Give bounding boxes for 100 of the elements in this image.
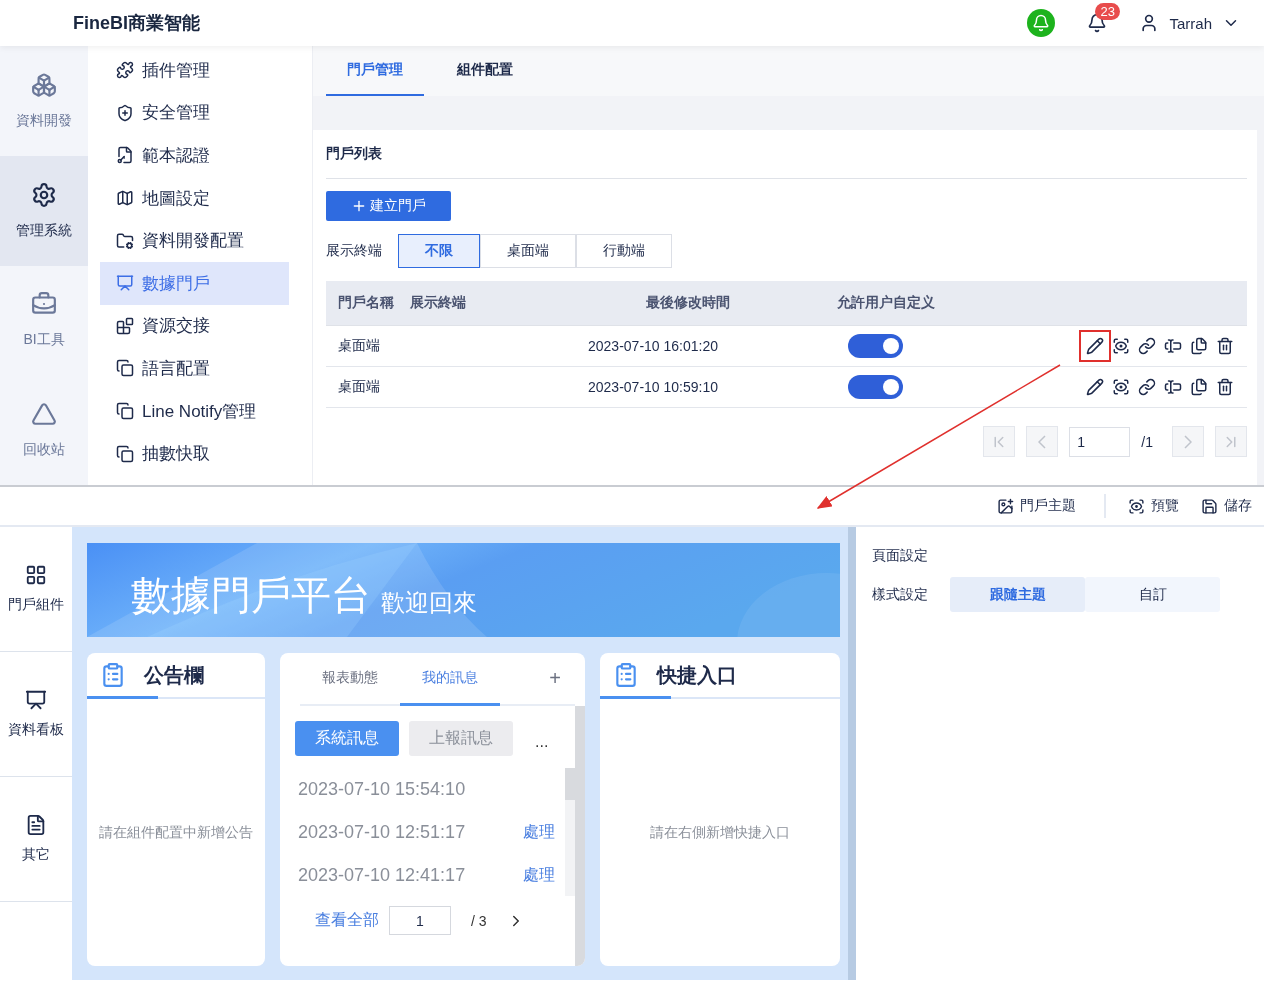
text-cursor-icon bbox=[1164, 378, 1182, 396]
toggle-switch[interactable] bbox=[848, 375, 903, 399]
filter-option[interactable]: 行動端 bbox=[576, 234, 672, 268]
trash-icon bbox=[1216, 337, 1234, 355]
dashboard-icon bbox=[25, 689, 47, 711]
scrollbar[interactable] bbox=[848, 527, 856, 980]
table-cell-text: 桌面端 bbox=[338, 337, 381, 355]
link-icon bbox=[1138, 337, 1156, 355]
notification-count: 23 bbox=[1095, 3, 1120, 20]
link-icon bbox=[1138, 378, 1156, 396]
document-icon bbox=[25, 814, 47, 836]
view-all-link[interactable]: 查看全部 bbox=[315, 910, 379, 931]
shield-icon bbox=[116, 103, 134, 122]
menu-item[interactable]: 插件管理 bbox=[100, 49, 289, 92]
folder-gear-icon bbox=[116, 231, 134, 250]
menu-label: 抽數快取 bbox=[142, 443, 210, 466]
table-cell-text: 桌面端 bbox=[338, 378, 381, 396]
page-input[interactable]: 1 bbox=[389, 906, 451, 935]
blocks-icon bbox=[116, 316, 134, 335]
copy-icon bbox=[116, 359, 134, 378]
table-cell-text: 2023-07-10 16:01:20 bbox=[588, 338, 719, 354]
app-logo: FineBI商業智能 bbox=[73, 12, 200, 35]
message-time: 2023-07-10 12:51:17 bbox=[298, 822, 466, 843]
process-link[interactable]: 處理 bbox=[523, 822, 555, 843]
settings-heading: 頁面設定 bbox=[872, 547, 929, 565]
column-header: 門戶名稱 bbox=[338, 294, 395, 312]
chevron-left-icon bbox=[1038, 434, 1047, 449]
column-header: 允許用户自定义 bbox=[835, 294, 936, 312]
tab[interactable]: 組件配置 bbox=[436, 46, 534, 96]
menu-item[interactable]: 地圖設定 bbox=[100, 176, 289, 220]
rail-item[interactable]: 回收站 bbox=[0, 375, 88, 485]
style-option[interactable]: 自訂 bbox=[1085, 577, 1220, 612]
toggle-switch[interactable] bbox=[848, 334, 903, 358]
menu-label: 範本認證 bbox=[142, 145, 210, 167]
clipboard-icon bbox=[613, 662, 639, 688]
scrollbar[interactable] bbox=[575, 706, 585, 966]
filter-option[interactable]: 桌面端 bbox=[480, 234, 576, 268]
filter-option[interactable]: 不限 bbox=[398, 234, 480, 268]
filter-label: 展示終端 bbox=[326, 242, 382, 260]
column-header: 最後修改時間 bbox=[645, 294, 731, 312]
edit-button[interactable] bbox=[1079, 330, 1111, 362]
scrollbar[interactable] bbox=[565, 768, 575, 896]
menu-item[interactable]: 資源交接 bbox=[100, 304, 289, 348]
menu-label: 數據門戶 bbox=[142, 272, 210, 295]
rail-item[interactable]: 資料開發 bbox=[0, 46, 88, 156]
message-time: 2023-07-10 12:41:17 bbox=[298, 865, 466, 886]
card-title: 快捷入口 bbox=[657, 662, 737, 688]
page-input[interactable]: 1 bbox=[1069, 426, 1131, 457]
user-name[interactable]: Tarrah bbox=[1169, 14, 1212, 32]
plus-icon bbox=[351, 198, 367, 214]
pencil-icon bbox=[1086, 337, 1104, 355]
menu-label: 安全管理 bbox=[142, 102, 210, 125]
tab[interactable]: 門戶管理 bbox=[326, 46, 424, 96]
map-icon bbox=[116, 189, 134, 208]
menu-label: Line Notify管理 bbox=[142, 400, 257, 423]
menu-item[interactable]: 語言配置 bbox=[100, 347, 289, 390]
text-cursor-icon bbox=[1164, 337, 1182, 355]
copy-icon bbox=[116, 402, 134, 421]
section-title: 門戶列表 bbox=[326, 130, 1247, 179]
menu-item[interactable]: 數據門戶 bbox=[100, 261, 289, 305]
bell-icon[interactable] bbox=[1027, 9, 1056, 37]
more-button[interactable]: ... bbox=[535, 732, 549, 751]
toolbar-button[interactable]: 門戶主題 bbox=[997, 497, 1076, 515]
rail-item[interactable]: 管理系統 bbox=[0, 155, 88, 266]
rail-item[interactable]: BI工具 bbox=[0, 265, 88, 376]
toolbar-button[interactable]: 預覽 bbox=[1128, 497, 1179, 515]
banner-subtitle: 歡迎回來 bbox=[381, 591, 477, 615]
menu-label: 插件管理 bbox=[142, 59, 210, 82]
rail-label: 資料開發 bbox=[16, 111, 72, 130]
grid-icon bbox=[25, 564, 47, 586]
setting-label: 樣式設定 bbox=[872, 585, 928, 604]
trash-icon bbox=[1216, 378, 1234, 396]
create-portal-button[interactable]: 建立門戶 bbox=[326, 191, 451, 221]
copy-icon bbox=[1190, 337, 1208, 355]
message-tab[interactable]: 報表動態 bbox=[300, 653, 400, 706]
gear-icon bbox=[31, 181, 57, 208]
file-key-icon bbox=[116, 146, 134, 165]
copy-icon bbox=[116, 444, 134, 463]
message-tab[interactable]: 我的訊息 bbox=[400, 653, 500, 706]
rail-label: BI工具 bbox=[23, 331, 65, 350]
menu-item[interactable]: 抽數快取 bbox=[100, 432, 289, 475]
menu-item[interactable]: 範本認證 bbox=[100, 134, 289, 177]
menu-item[interactable]: 資料開發配置 bbox=[100, 219, 289, 262]
chevron-right-icon bbox=[1184, 434, 1192, 449]
process-link[interactable]: 處理 bbox=[523, 865, 555, 886]
menu-label: 資料開發配置 bbox=[142, 230, 244, 253]
menu-item[interactable]: 安全管理 bbox=[100, 91, 289, 135]
menu-label: 地圖設定 bbox=[142, 187, 210, 210]
cubes-icon bbox=[31, 71, 57, 98]
menu-label: 語言配置 bbox=[142, 357, 210, 380]
add-tab-button[interactable]: + bbox=[549, 667, 561, 690]
preview-icon bbox=[1128, 497, 1145, 515]
menu-item[interactable]: Line Notify管理 bbox=[100, 389, 289, 433]
column-header: 展示終端 bbox=[410, 294, 467, 312]
copy-icon bbox=[1190, 378, 1208, 396]
toolbar-button[interactable]: 儲存 bbox=[1201, 497, 1252, 515]
style-option[interactable]: 跟隨主題 bbox=[950, 577, 1085, 612]
theme-icon bbox=[997, 497, 1014, 515]
puzzle-icon bbox=[116, 61, 134, 80]
table-cell-text: 2023-07-10 10:59:10 bbox=[588, 379, 719, 395]
